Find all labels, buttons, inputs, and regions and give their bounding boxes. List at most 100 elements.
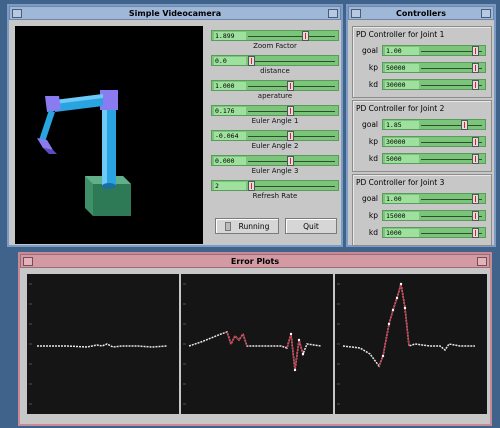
error-plot-joint-1 <box>27 274 179 414</box>
slider-euler-angle-1: 0.176 Euler Angle 1 <box>211 105 341 130</box>
param-label: goal <box>361 120 378 129</box>
param-slider[interactable]: 15000 <box>382 210 486 221</box>
param-slider[interactable]: 1.00 <box>382 45 486 56</box>
arm-gripper <box>37 138 53 150</box>
running-label: Running <box>238 221 270 231</box>
param-slider[interactable]: 5000 <box>382 153 486 164</box>
slider-knob[interactable] <box>286 131 294 141</box>
window-menu-button[interactable] <box>23 257 33 266</box>
error-plot-joint-2 <box>181 274 333 414</box>
controllers-titlebar[interactable]: Controllers <box>348 6 494 20</box>
param-value: 1000 <box>385 229 419 237</box>
slider-knob[interactable] <box>471 46 479 56</box>
quit-button[interactable]: Quit <box>285 218 337 234</box>
slider-label: Zoom Factor <box>253 42 297 50</box>
group-title: PD Controller for Joint 2 <box>356 104 445 113</box>
param-kp: kp 50000 <box>356 62 490 74</box>
group-title: PD Controller for Joint 1 <box>356 30 445 39</box>
slider-track[interactable]: -0.064 <box>211 130 339 141</box>
slider-value: 1.899 <box>214 32 246 40</box>
slider-label: aperature <box>257 92 293 100</box>
slider-knob[interactable] <box>471 194 479 204</box>
slider-groove <box>248 61 335 62</box>
pd-controller-joint-1: PD Controller for Joint 1 goal 1.00 kp 50000… <box>352 26 492 98</box>
slider-knob[interactable] <box>471 154 479 164</box>
param-slider[interactable]: 1.00 <box>382 193 486 204</box>
slider-knob[interactable] <box>471 137 479 147</box>
slider-knob[interactable] <box>286 106 294 116</box>
slider-knob[interactable] <box>471 63 479 73</box>
param-label: goal <box>361 46 378 55</box>
slider-knob[interactable] <box>471 211 479 221</box>
slider-value: 0.176 <box>214 107 246 115</box>
slider-knob[interactable] <box>302 31 310 41</box>
slider-knob[interactable] <box>248 56 255 66</box>
slider-euler-angle-2: -0.064 Euler Angle 2 <box>211 130 341 155</box>
slider-value: 0.000 <box>214 157 246 165</box>
slider-knob[interactable] <box>248 181 255 191</box>
param-goal: goal 1.00 <box>356 45 490 57</box>
slider-groove <box>248 36 335 37</box>
error-plots-titlebar[interactable]: Error Plots <box>20 254 490 268</box>
slider-track[interactable]: 2 <box>211 180 339 191</box>
error-plots-window: Error Plots <box>18 252 492 426</box>
window-maximize-button[interactable] <box>328 9 338 18</box>
slider-knob[interactable] <box>471 228 479 238</box>
slider-zoom-factor: 1.899 Zoom Factor <box>211 30 341 55</box>
slider-groove <box>421 125 482 126</box>
window-title: Controllers <box>396 8 446 18</box>
window-title: Error Plots <box>230 256 280 266</box>
slider-knob[interactable] <box>286 156 294 166</box>
param-label: kp <box>368 63 378 72</box>
error-plot-joint-3 <box>335 274 487 414</box>
param-value: 5000 <box>385 155 419 163</box>
slider-label: distance <box>260 67 290 75</box>
param-label: goal <box>361 194 378 203</box>
slider-knob[interactable] <box>471 80 479 90</box>
slider-aperature: 1.000 aperature <box>211 80 341 105</box>
param-slider[interactable]: 1000 <box>382 227 486 238</box>
param-value: 30000 <box>385 138 419 146</box>
param-slider[interactable]: 1.85 <box>382 119 486 130</box>
videocamera-titlebar[interactable]: Simple Videocamera <box>9 6 341 20</box>
slider-refresh-rate: 2 Refresh Rate <box>211 180 341 205</box>
param-kd: kd 5000 <box>356 153 490 165</box>
slider-knob[interactable] <box>286 81 294 91</box>
window-menu-button[interactable] <box>12 9 22 18</box>
slider-label: Refresh Rate <box>252 192 298 200</box>
slider-knob[interactable] <box>461 120 469 130</box>
param-value: 1.00 <box>385 195 419 203</box>
param-label: kd <box>368 80 378 89</box>
slider-track[interactable]: 1.000 <box>211 80 339 91</box>
param-value: 30000 <box>385 81 419 89</box>
slider-track[interactable]: 0.000 <box>211 155 339 166</box>
window-maximize-button[interactable] <box>481 9 491 18</box>
controllers-window: Controllers PD Controller for Joint 1 goa… <box>346 4 496 247</box>
slider-label: Euler Angle 3 <box>251 167 299 175</box>
param-kp: kp 30000 <box>356 136 490 148</box>
window-menu-button[interactable] <box>351 9 361 18</box>
param-slider[interactable]: 50000 <box>382 62 486 73</box>
param-kd: kd 30000 <box>356 79 490 91</box>
window-title: Simple Videocamera <box>128 8 222 18</box>
running-toggle[interactable]: Running <box>215 218 279 234</box>
slider-track[interactable]: 0.176 <box>211 105 339 116</box>
3d-viewport[interactable] <box>15 26 203 244</box>
param-slider[interactable]: 30000 <box>382 79 486 90</box>
param-slider[interactable]: 30000 <box>382 136 486 147</box>
pd-controller-joint-3: PD Controller for Joint 3 goal 1.00 kp 15000… <box>352 174 492 246</box>
slider-label: Euler Angle 2 <box>251 142 299 150</box>
window-maximize-button[interactable] <box>477 257 487 266</box>
pd-controller-joint-2: PD Controller for Joint 2 goal 1.85 kp 30000… <box>352 100 492 172</box>
slider-track[interactable]: 0.0 <box>211 55 339 66</box>
slider-value: -0.064 <box>214 132 246 140</box>
param-goal: goal 1.00 <box>356 193 490 205</box>
slider-track[interactable]: 1.899 <box>211 30 339 41</box>
running-checkbox[interactable] <box>224 221 231 231</box>
param-value: 50000 <box>385 64 419 72</box>
slider-distance: 0.0 distance <box>211 55 341 80</box>
param-value: 15000 <box>385 212 419 220</box>
slider-value: 1.000 <box>214 82 246 90</box>
videocamera-window: Simple Videocamera 1.899 Zoom Factor 0.0… <box>7 4 343 247</box>
param-kp: kp 15000 <box>356 210 490 222</box>
